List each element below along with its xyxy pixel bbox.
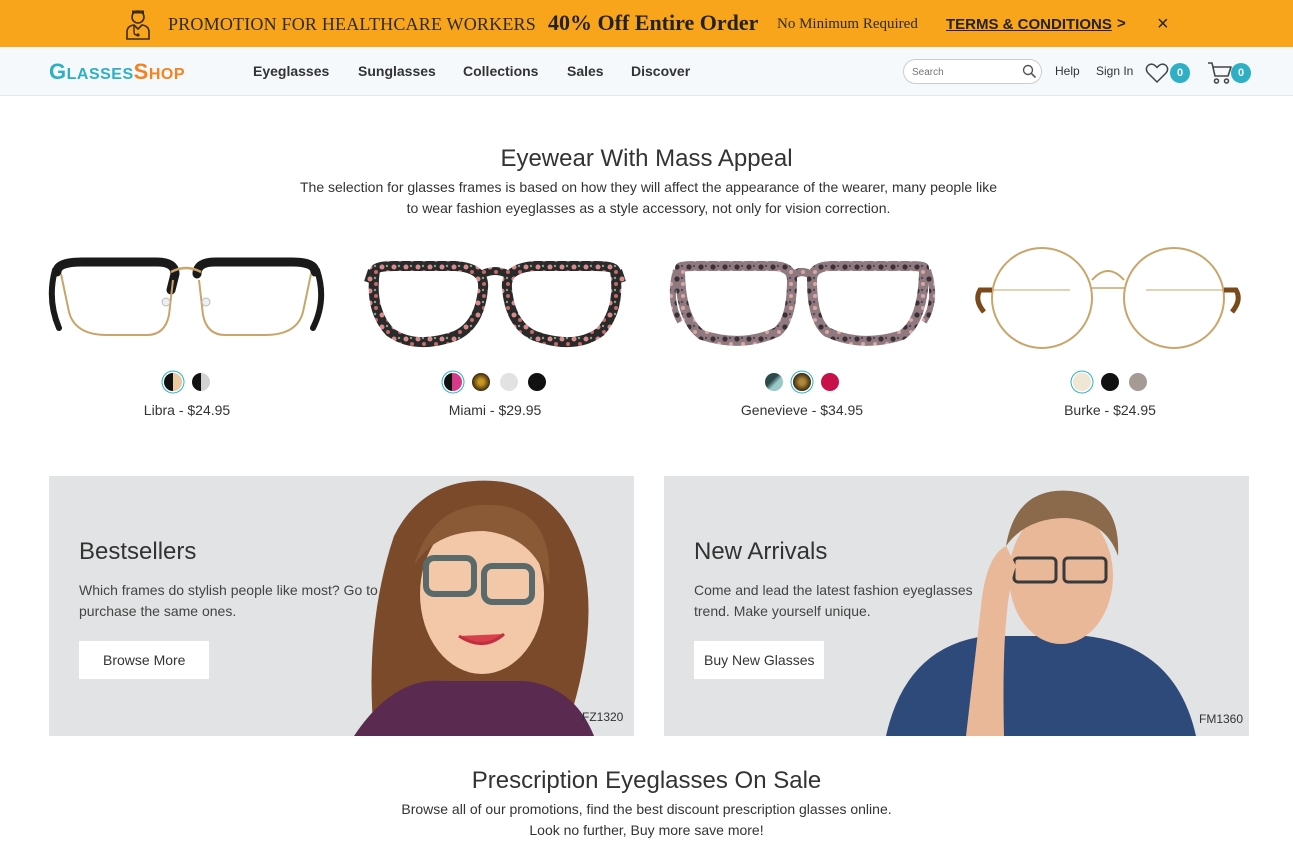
swatch-red[interactable] — [821, 373, 839, 391]
section-desc-line2: to wear fashion eyeglasses as a style ac… — [406, 200, 891, 216]
color-swatches — [662, 373, 942, 391]
promo-bar: PROMOTION FOR HEALTHCARE WORKERS 40% Off… — [0, 0, 1293, 47]
miami-glasses-image[interactable] — [355, 240, 635, 355]
product-card: Burke - $24.95 — [970, 240, 1250, 430]
product-name[interactable]: Libra - $24.95 — [47, 402, 327, 418]
card-title: New Arrivals — [694, 538, 828, 565]
sale-desc-line1: Browse all of our promotions, find the b… — [401, 801, 892, 817]
nav-sunglasses[interactable]: Sunglasses — [358, 63, 436, 79]
swatch-gray[interactable] — [1129, 373, 1147, 391]
product-name[interactable]: Genevieve - $34.95 — [662, 402, 942, 418]
nav-collections[interactable]: Collections — [463, 63, 538, 79]
product-card: Genevieve - $34.95 — [662, 240, 942, 430]
buy-new-glasses-button[interactable]: Buy New Glasses — [694, 641, 825, 679]
cart-count-badge: 0 — [1231, 63, 1251, 83]
swatch-teal-tortoise[interactable] — [765, 373, 783, 391]
promo-minimum: No Minimum Required — [777, 16, 918, 32]
browse-more-button[interactable]: Browse More — [79, 641, 210, 679]
search-input[interactable] — [912, 64, 1018, 80]
promo-offer: 40% Off Entire Order — [548, 10, 759, 35]
swatch-black-gold[interactable] — [164, 373, 182, 391]
nav-sales[interactable]: Sales — [567, 63, 604, 79]
product-code: FM1360 — [1199, 712, 1244, 726]
color-swatches — [47, 373, 327, 391]
sign-in-link[interactable]: Sign In — [1096, 64, 1133, 78]
swatch-gold[interactable] — [1073, 373, 1091, 391]
swatch-brown-tortoise[interactable] — [472, 373, 490, 391]
wishlist-count-badge: 0 — [1170, 63, 1190, 83]
search-icon[interactable] — [1022, 64, 1037, 79]
help-link[interactable]: Help — [1055, 64, 1080, 78]
color-swatches — [970, 373, 1250, 391]
product-name[interactable]: Burke - $24.95 — [970, 402, 1250, 418]
swatch-black-silver[interactable] — [192, 373, 210, 391]
product-name[interactable]: Miami - $29.95 — [355, 402, 635, 418]
chevron-right-icon[interactable]: > — [1117, 15, 1126, 32]
promo-headline: PROMOTION FOR HEALTHCARE WORKERS — [168, 14, 536, 34]
swatch-brown-tortoise[interactable] — [793, 373, 811, 391]
cart-icon[interactable] — [1207, 61, 1233, 85]
card-title: Bestsellers — [79, 538, 197, 565]
section-desc-line1: The selection for glasses frames is base… — [299, 179, 998, 195]
swatch-black[interactable] — [528, 373, 546, 391]
terms-link[interactable]: TERMS & CONDITIONS — [946, 16, 1112, 33]
sale-desc-line2: Look no further, Buy more save more! — [529, 822, 764, 838]
close-icon[interactable]: × — [1157, 13, 1175, 35]
genevieve-glasses-image[interactable] — [662, 240, 942, 355]
swatch-pink-tortoise[interactable] — [444, 373, 462, 391]
swatch-black[interactable] — [1101, 373, 1119, 391]
nav-eyeglasses[interactable]: Eyeglasses — [253, 63, 329, 79]
sale-title: Prescription Eyeglasses On Sale — [471, 767, 822, 794]
swatch-clear[interactable] — [500, 373, 518, 391]
bestsellers-banner[interactable]: Bestsellers Which frames do stylish peop… — [49, 476, 634, 736]
burke-glasses-image[interactable] — [970, 240, 1250, 355]
new-arrivals-banner[interactable]: New Arrivals Come and lead the latest fa… — [664, 476, 1249, 736]
woman-model-photo — [354, 480, 594, 736]
nav-discover[interactable]: Discover — [631, 63, 690, 79]
libra-glasses-image[interactable] — [47, 240, 327, 355]
product-code: FZ1320 — [582, 710, 624, 724]
product-card: Miami - $29.95 — [355, 240, 635, 430]
doctor-icon — [126, 10, 150, 40]
heart-icon[interactable] — [1145, 62, 1169, 84]
search-box — [903, 59, 1042, 84]
card-desc: Which frames do stylish people like most… — [79, 582, 378, 619]
section-title: Eyewear With Mass Appeal — [500, 145, 793, 172]
product-card: Libra - $24.95 — [47, 240, 327, 430]
card-desc: Come and lead the latest fashion eyeglas… — [694, 582, 973, 619]
logo[interactable]: GLASSESSHOP — [49, 59, 185, 85]
site-header: GLASSESSHOP Eyeglasses Sunglasses Collec… — [0, 47, 1293, 96]
color-swatches — [355, 373, 635, 391]
